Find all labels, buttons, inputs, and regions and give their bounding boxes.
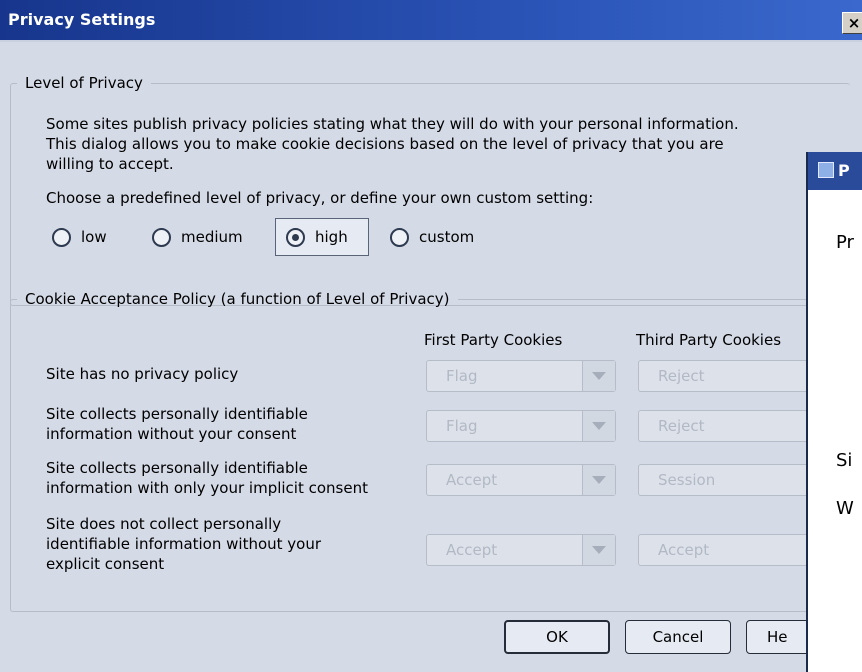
ok-button[interactable]: OK — [504, 620, 610, 654]
privacy-level-legend: Level of Privacy — [25, 74, 143, 92]
chevron-down-icon — [582, 361, 615, 391]
radio-low[interactable]: low — [52, 220, 107, 254]
col-first-party: First Party Cookies — [424, 331, 563, 349]
row-1-first-value: Flag — [446, 367, 478, 385]
row-3-first-party-select[interactable]: Accept — [426, 464, 616, 496]
privacy-dialog: Level of Privacy Some sites publish priv… — [0, 42, 850, 666]
radio-low-label: low — [81, 228, 107, 246]
radio-low-circle[interactable] — [52, 227, 71, 247]
background-text-si: Si — [836, 450, 853, 471]
radio-medium-circle[interactable] — [152, 227, 171, 247]
background-window-title: P — [838, 161, 850, 180]
row-4-third-value: Accept — [658, 541, 710, 559]
radio-custom-circle[interactable] — [390, 227, 409, 247]
radio-high-label: high — [315, 228, 348, 246]
row-2-label-line-1: Site collects personally identifiable — [46, 405, 308, 423]
row-4-first-party-select[interactable]: Accept — [426, 534, 616, 566]
row-4-label-line-2: identifiable information without your — [46, 535, 322, 553]
background-text-pr: Pr — [836, 232, 854, 253]
radio-high[interactable]: high — [286, 220, 348, 254]
row-1-third-value: Reject — [658, 367, 705, 385]
chevron-down-icon — [582, 411, 615, 441]
row-4-label-line-3: explicit consent — [46, 555, 165, 573]
radio-medium[interactable]: medium — [152, 220, 243, 254]
row-2-first-party-select[interactable]: Flag — [426, 410, 616, 442]
radio-custom-label: custom — [419, 228, 475, 246]
close-button[interactable]: × — [842, 12, 862, 34]
background-window-title-bar: P — [808, 152, 862, 190]
row-1-third-party-select[interactable]: Reject — [638, 360, 818, 392]
radio-custom[interactable]: custom — [390, 220, 474, 254]
row-2-first-value: Flag — [446, 417, 478, 435]
chevron-down-icon — [582, 535, 615, 565]
cancel-button[interactable]: Cancel — [625, 620, 731, 654]
row-1-label: Site has no privacy policy — [46, 365, 239, 383]
row-3-third-value: Session — [658, 471, 716, 489]
row-3-label-line-1: Site collects personally identifiable — [46, 459, 308, 477]
background-text-w: W — [836, 498, 854, 519]
row-3-label-line-2: information with only your implicit cons… — [46, 479, 368, 497]
window-icon — [818, 162, 834, 178]
col-third-party: Third Party Cookies — [636, 331, 782, 349]
row-2-third-party-select[interactable]: Reject — [638, 410, 818, 442]
title-bar: Privacy Settings × — [0, 0, 862, 42]
background-window: P Pr Si W — [806, 152, 862, 672]
row-4-first-value: Accept — [446, 541, 498, 559]
row-3-third-party-select[interactable]: Session — [638, 464, 818, 496]
privacy-description-line-3: willing to accept. — [46, 155, 174, 173]
window-title: Privacy Settings — [8, 10, 156, 29]
row-2-third-value: Reject — [658, 417, 705, 435]
privacy-description-line-1: Some sites publish privacy policies stat… — [46, 115, 739, 133]
row-4-third-party-select[interactable]: Accept — [638, 534, 818, 566]
row-2-label-line-2: information without your consent — [46, 425, 297, 443]
row-4-label-line-1: Site does not collect personally — [46, 515, 282, 533]
row-1-first-party-select[interactable]: Flag — [426, 360, 616, 392]
privacy-description-line-2: This dialog allows you to make cookie de… — [46, 135, 724, 153]
row-3-first-value: Accept — [446, 471, 498, 489]
radio-high-circle[interactable] — [286, 227, 305, 247]
privacy-prompt: Choose a predefined level of privacy, or… — [46, 189, 594, 207]
radio-medium-label: medium — [181, 228, 243, 246]
cookie-policy-legend: Cookie Acceptance Policy (a function of … — [25, 290, 450, 308]
chevron-down-icon — [582, 465, 615, 495]
